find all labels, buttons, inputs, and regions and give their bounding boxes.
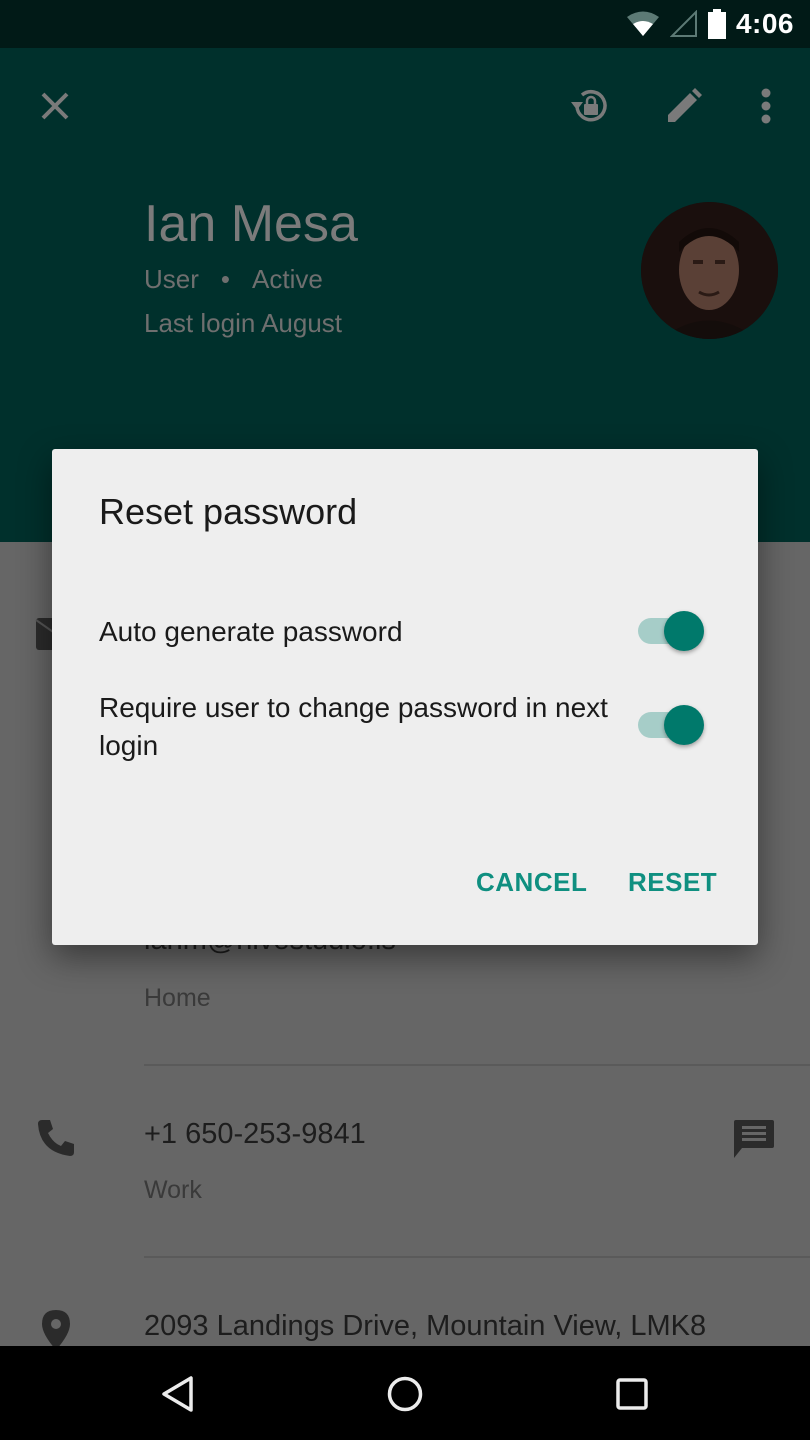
divider: [144, 1256, 810, 1258]
require-change-label: Require user to change password in next …: [99, 692, 608, 761]
more-options-button[interactable]: [742, 82, 790, 130]
back-button[interactable]: [154, 1370, 202, 1418]
wifi-icon: [626, 11, 659, 36]
profile-role: User: [144, 264, 199, 294]
separator-dot: •: [220, 264, 231, 294]
message-icon[interactable]: [732, 1116, 776, 1160]
status-bar: 4:06: [0, 0, 810, 48]
profile-status: Active: [252, 264, 323, 294]
recents-button[interactable]: [608, 1370, 656, 1418]
more-vert-icon: [761, 88, 771, 124]
last-login: Last login August: [144, 308, 343, 338]
avatar: [641, 202, 778, 339]
close-icon: [41, 92, 69, 120]
profile-name: Ian Mesa: [144, 195, 358, 253]
edit-button[interactable]: [660, 82, 708, 130]
profile-role-status: User • Active: [144, 264, 323, 295]
auto-generate-toggle[interactable]: [634, 609, 706, 653]
navigation-bar: [0, 1346, 810, 1440]
phone-icon: [38, 1120, 74, 1156]
require-change-toggle[interactable]: [634, 703, 706, 747]
phone-label: Work: [144, 1176, 202, 1204]
edit-icon: [668, 88, 702, 122]
reset-password-dialog: Reset password Auto generate password Re…: [52, 449, 758, 945]
home-button[interactable]: [381, 1370, 429, 1418]
home-icon: [387, 1376, 423, 1412]
battery-icon: [707, 9, 726, 39]
phone-value[interactable]: +1 650-253-9841: [144, 1118, 366, 1151]
toggle-thumb: [664, 705, 704, 745]
cancel-button[interactable]: CANCEL: [476, 867, 587, 898]
close-button[interactable]: [31, 82, 79, 130]
address-value[interactable]: 2093 Landings Drive, Mountain View, LMK8: [144, 1310, 706, 1343]
reset-password-button[interactable]: [566, 82, 614, 130]
reset-button[interactable]: RESET: [628, 867, 717, 898]
cell-signal-icon: [669, 10, 697, 37]
toggle-thumb: [664, 611, 704, 651]
auto-generate-label: Auto generate password: [99, 616, 403, 647]
recents-icon: [616, 1378, 648, 1410]
email-label: Home: [144, 984, 211, 1012]
lock-reset-icon: [571, 89, 607, 122]
status-time: 4:06: [735, 8, 794, 39]
divider: [144, 1064, 810, 1066]
back-icon: [162, 1376, 193, 1412]
dialog-title: Reset password: [99, 491, 358, 532]
